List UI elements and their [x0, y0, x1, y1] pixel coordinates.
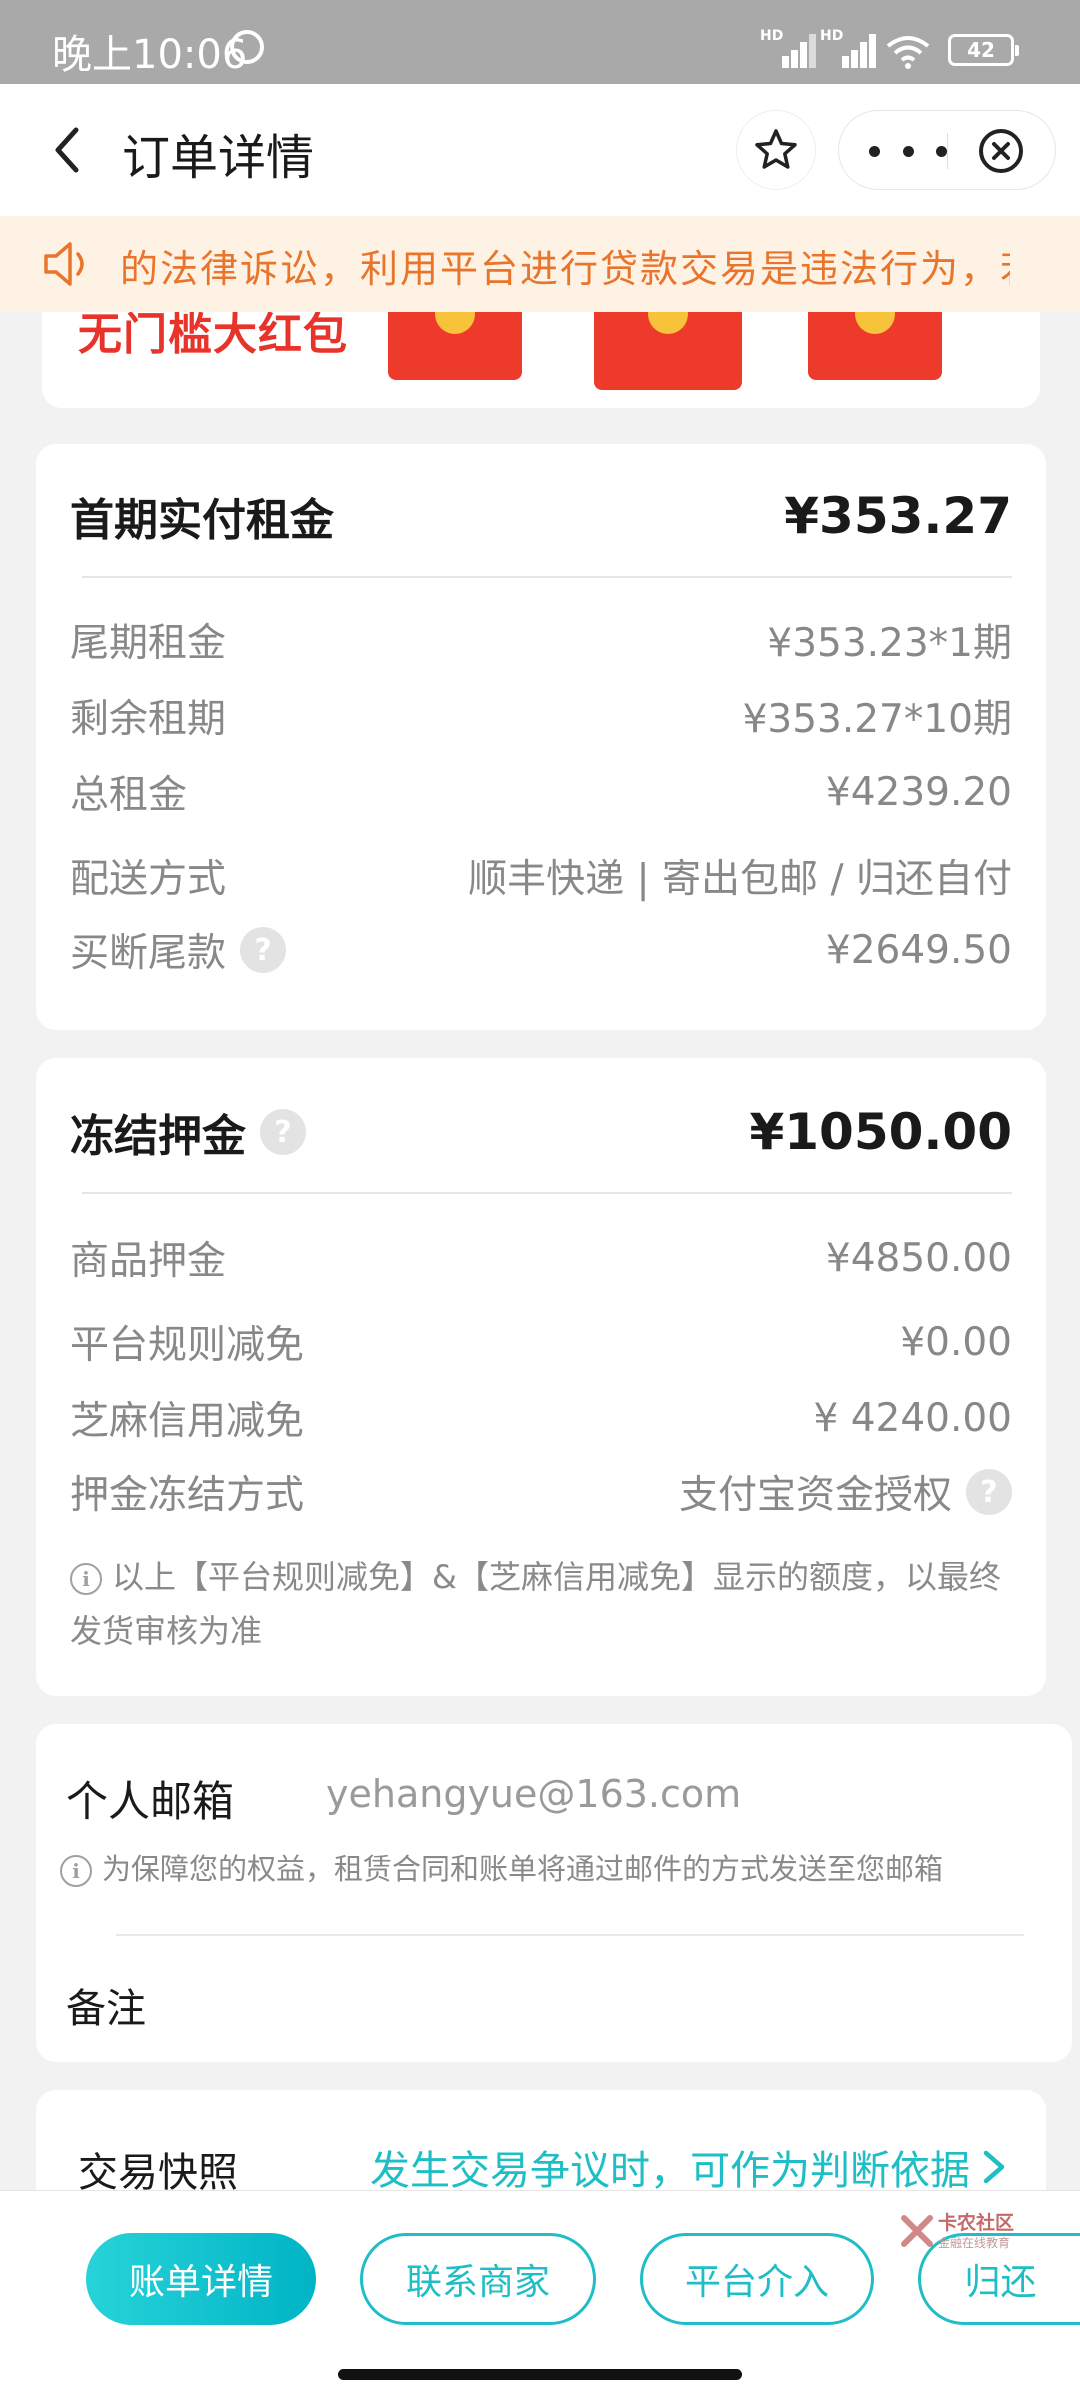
contact-merchant-button[interactable]: 联系商家 — [360, 2233, 596, 2325]
deposit-row: 平台规则减免 ¥0.00 — [70, 1314, 1012, 1370]
question-icon[interactable]: ? — [966, 1469, 1012, 1515]
frozen-deposit-value: ¥1050.00 — [749, 1103, 1012, 1161]
rent-row: 配送方式 顺丰快递 | 寄出包邮 / 归还自付 — [70, 848, 1012, 904]
red-envelope-3 — [808, 312, 942, 380]
signal-icon: HD — [760, 28, 816, 68]
battery-indicator: 42 — [948, 34, 1019, 66]
more-dots-icon[interactable] — [869, 123, 947, 179]
info-icon: i — [60, 1855, 92, 1887]
email-label: 个人邮箱 — [66, 1777, 235, 1826]
rent-head-row: 首期实付租金 ¥353.27 — [70, 484, 1012, 548]
rent-row: 尾期租金 ¥353.23*1期 — [70, 612, 1012, 668]
deposit-note: i 以上【平台规则减免】&【芝麻信用减免】显示的额度，以最终 发货审核为准 — [70, 1550, 1002, 1658]
deposit-row-value: ¥ 4240.00 — [813, 1395, 1013, 1441]
rent-row-label: 买断尾款 — [70, 931, 227, 976]
nav-bar: 订单详情 — [0, 84, 1080, 216]
watermark-sub: 金融在线教育 — [938, 2236, 1011, 2250]
rent-row: 买断尾款 ? ¥2649.50 — [70, 922, 1012, 978]
rent-row-label: 尾期租金 — [70, 621, 227, 666]
watermark: 卡农社区 金融在线教育 — [900, 2200, 1050, 2266]
deposit-note-line1: 以上【平台规则减免】&【芝麻信用减免】显示的额度，以最终 — [112, 1558, 1001, 1596]
red-envelope-1 — [388, 312, 522, 380]
deposit-row-value: 支付宝资金授权 — [678, 1473, 952, 1518]
watermark-main: 卡农社区 — [938, 2212, 1015, 2234]
status-time: 晚上10:06 — [52, 32, 248, 78]
buyout-label-wrap: 买断尾款 ? — [70, 922, 287, 978]
red-envelope-2 — [594, 312, 742, 390]
deposit-row-value: ¥4850.00 — [825, 1235, 1012, 1281]
rent-row-value: ¥353.27*10期 — [742, 697, 1012, 742]
rent-row: 总租金 ¥4239.20 — [70, 764, 1012, 820]
rent-row-value: ¥4239.20 — [825, 769, 1012, 815]
alarm-icon — [230, 30, 264, 64]
deposit-row: 商品押金 ¥4850.00 — [70, 1230, 1012, 1286]
rent-row-value: 顺丰快递 | 寄出包邮 / 归还自付 — [468, 857, 1012, 902]
platform-intervene-button[interactable]: 平台介入 — [640, 2233, 874, 2325]
deposit-row-label: 商品押金 — [70, 1239, 227, 1284]
deposit-card: 冻结押金 ? ¥1050.00 商品押金 ¥4850.00 平台规则减免 ¥0.… — [36, 1058, 1046, 1696]
question-icon[interactable]: ? — [260, 1109, 306, 1155]
star-icon — [755, 129, 797, 169]
deposit-method-wrap: 支付宝资金授权 ? — [679, 1464, 1012, 1520]
first-rent-label: 首期实付租金 — [70, 495, 334, 546]
deposit-note-line2: 发货审核为准 — [70, 1612, 263, 1650]
page-title: 订单详情 — [122, 130, 315, 186]
favorite-button[interactable] — [736, 110, 816, 190]
email-divider — [116, 1934, 1024, 1936]
capsule-divider — [947, 133, 948, 169]
watermark-logo-icon — [901, 2215, 933, 2247]
rent-row-label: 剩余租期 — [70, 697, 227, 742]
remark-label[interactable]: 备注 — [66, 1976, 146, 2034]
rent-row-value: ¥353.23*1期 — [767, 621, 1012, 666]
deposit-row: 押金冻结方式 支付宝资金授权 ? — [70, 1464, 1012, 1520]
bill-detail-button[interactable]: 账单详情 — [86, 2233, 316, 2325]
speaker-icon — [44, 242, 84, 286]
signal-icon-2: HD — [820, 28, 876, 68]
promo-banner[interactable]: 无门槛大红包 — [42, 312, 1040, 408]
close-circle-icon[interactable] — [977, 127, 1025, 175]
deposit-row: 芝麻信用减免 ¥ 4240.00 — [70, 1390, 1012, 1446]
snapshot-link[interactable]: 发生交易争议时，可作为判断依据 — [370, 2138, 1012, 2196]
divider — [82, 576, 1012, 578]
rent-row-label: 配送方式 — [70, 857, 227, 902]
deposit-row-label: 押金冻结方式 — [70, 1473, 305, 1518]
promo-text: 无门槛大红包 — [78, 312, 348, 360]
frozen-deposit-label: 冻结押金 — [70, 1111, 246, 1162]
deposit-row-label: 芝麻信用减免 — [70, 1399, 305, 1444]
frozen-deposit-label-wrap: 冻结押金 ? — [70, 1100, 306, 1164]
wifi-icon — [886, 36, 930, 69]
notice-text: 的法律诉讼，利用平台进行贷款交易是违法行为，若发 — [120, 247, 1010, 291]
back-arrow-icon[interactable] — [40, 120, 100, 180]
deposit-head-row: 冻结押金 ? ¥1050.00 — [70, 1100, 1012, 1164]
rent-row-label: 总租金 — [70, 773, 188, 818]
email-card: 个人邮箱 yehangyue@163.com i 为保障您的权益，租赁合同和账单将… — [36, 1724, 1072, 2062]
info-icon: i — [70, 1563, 102, 1595]
email-note-text: 为保障您的权益，租赁合同和账单将通过邮件的方式发送至您邮箱 — [102, 1852, 944, 1886]
rent-row: 剩余租期 ¥353.27*10期 — [70, 688, 1012, 744]
deposit-row-value: ¥0.00 — [900, 1319, 1012, 1365]
rent-row-value: ¥2649.50 — [825, 927, 1012, 973]
email-note: i 为保障您的权益，租赁合同和账单将通过邮件的方式发送至您邮箱 — [60, 1846, 943, 1888]
mini-program-capsule — [838, 110, 1056, 190]
rent-card: 首期实付租金 ¥353.27 尾期租金 ¥353.23*1期 剩余租期 ¥353… — [36, 444, 1046, 1030]
deposit-row-label: 平台规则减免 — [70, 1323, 305, 1368]
status-bar: 晚上10:06 HD HD 42 — [0, 0, 1080, 84]
home-indicator[interactable] — [338, 2369, 742, 2380]
first-rent-value: ¥353.27 — [784, 487, 1012, 545]
snapshot-link-text: 发生交易争议时，可作为判断依据 — [370, 2148, 970, 2194]
divider — [82, 1192, 1012, 1194]
notice-banner[interactable]: 的法律诉讼，利用平台进行贷款交易是违法行为，若发 — [0, 216, 1080, 312]
question-icon[interactable]: ? — [240, 927, 287, 973]
chevron-right-icon — [983, 2150, 1005, 2184]
email-value[interactable]: yehangyue@163.com — [326, 1772, 741, 1816]
